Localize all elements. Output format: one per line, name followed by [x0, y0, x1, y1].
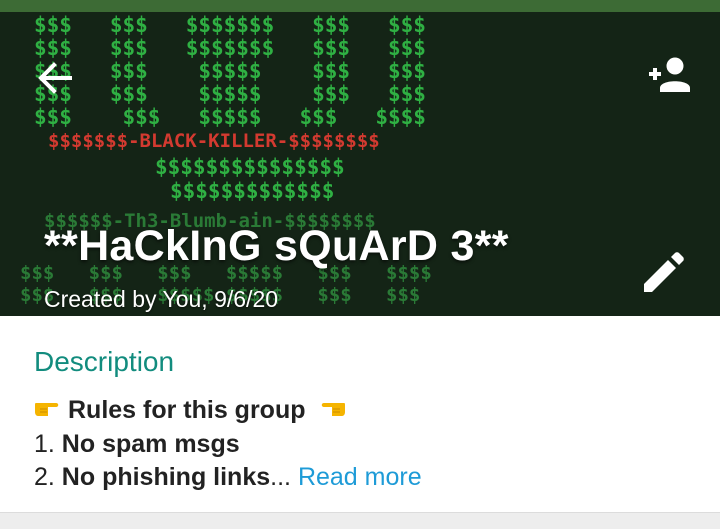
status-strip	[0, 0, 720, 12]
rule-text: No phishing links	[61, 463, 271, 491]
rules-heading: Rules for this group	[68, 396, 306, 424]
ascii-art-row: $$$ $$$ $$$$$ $$$ $$$	[34, 82, 426, 106]
add-participant-button[interactable]	[640, 50, 700, 106]
pointing-left-icon	[312, 396, 346, 424]
edit-group-button[interactable]	[632, 244, 692, 304]
pointing-right-icon	[34, 396, 68, 424]
ellipsis: ...	[270, 463, 291, 491]
description-line-3: 2. No phishing links... Read more	[34, 463, 422, 492]
description-line-2: 1. No spam msgs	[34, 430, 240, 459]
description-label: Description	[34, 346, 175, 377]
ascii-art-row: $$$ $$$ $$$$$$$ $$$ $$$	[34, 36, 426, 60]
arrow-left-icon	[38, 62, 72, 94]
description-line-1: Rules for this group	[34, 396, 346, 425]
pencil-icon	[644, 252, 684, 292]
read-more-link[interactable]: Read more	[298, 463, 422, 491]
rule-number: 1.	[34, 430, 62, 458]
ascii-art-row: $$$ $$$ $$$$$ $$$ $$$$	[34, 105, 426, 129]
section-divider	[0, 512, 720, 529]
group-title: **HaCkInG sQuArD 3**	[44, 222, 509, 270]
group-header-image: $$$ $$$ $$$$$$$ $$$ $$$ $$$ $$$ $$$$$$$ …	[0, 12, 720, 316]
ascii-art-row: $$$ $$$ $$$$$ $$$ $$$	[34, 59, 426, 83]
group-created-info: Created by You, 9/6/20	[44, 286, 279, 312]
description-section[interactable]: Description Rules for this group 1. No s…	[0, 316, 720, 512]
ascii-art-banner: $$$$$$$-BLACK-KILLER-$$$$$$$$	[48, 130, 380, 152]
ascii-art-row: $$$ $$$ $$$$$$$ $$$ $$$	[34, 13, 426, 37]
person-add-icon	[649, 57, 690, 92]
rule-number: 2.	[34, 463, 62, 491]
ascii-art-row: $$$$$$$$$$$$$$$	[155, 155, 345, 179]
back-button[interactable]	[28, 50, 84, 106]
ascii-art-row: $$$$$$$$$$$$$	[170, 179, 335, 203]
rule-text: No spam msgs	[61, 430, 240, 458]
